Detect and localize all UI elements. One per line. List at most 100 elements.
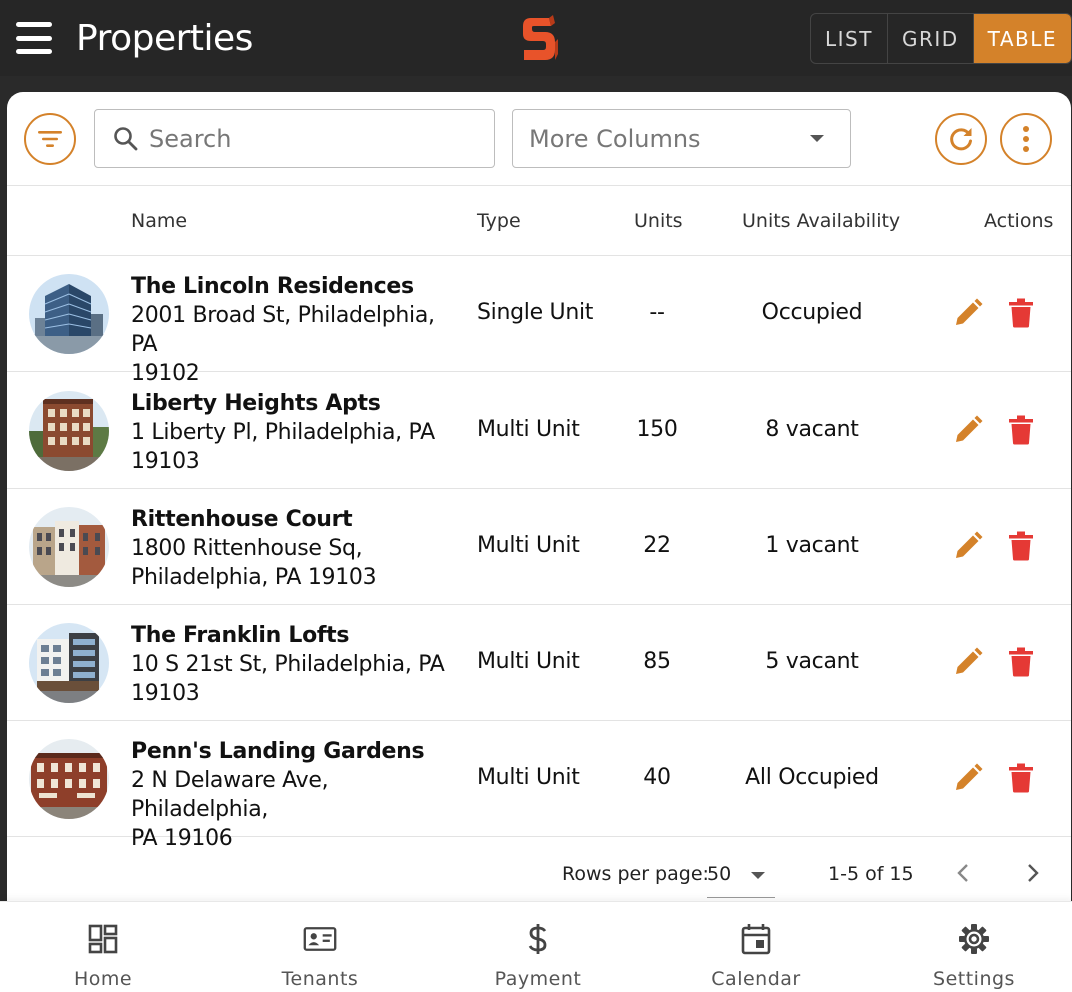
property-address: 2 N Delaware Ave, Philadelphia, [131, 768, 329, 822]
pencil-icon [956, 531, 983, 558]
column-header-units[interactable]: Units [634, 210, 683, 232]
property-address: 2001 Broad St, Philadelphia, PA [131, 303, 435, 357]
brick-apartment-building-icon [29, 391, 109, 471]
view-grid-button[interactable]: GRID [888, 14, 974, 63]
property-name-cell: Liberty Heights Apts 1 Liberty Pl, Phila… [131, 389, 451, 476]
search-input[interactable] [149, 124, 449, 153]
table-toolbar: More Columns [7, 92, 1071, 186]
rows-per-page-select[interactable]: 50 [707, 854, 775, 898]
property-availability: Occupied [761, 300, 863, 325]
property-address: 1800 Rittenhouse Sq, [131, 536, 363, 561]
filter-icon [38, 131, 62, 147]
property-type: Multi Unit [477, 649, 580, 674]
view-list-button[interactable]: LIST [811, 14, 888, 63]
id-card-icon [303, 927, 337, 951]
filter-button[interactable] [24, 113, 76, 165]
table-row[interactable]: The Franklin Lofts 10 S 21st St, Philade… [7, 605, 1071, 721]
view-table-button[interactable]: TABLE [973, 14, 1072, 63]
table-row[interactable]: Liberty Heights Apts 1 Liberty Pl, Phila… [7, 373, 1071, 489]
property-units: 85 [643, 649, 671, 674]
previous-page-button[interactable] [948, 858, 978, 888]
trash-icon [1009, 763, 1033, 793]
property-availability: 1 vacant [765, 533, 859, 558]
property-address-line2: Philadelphia, PA 19103 [131, 565, 377, 590]
edit-button[interactable] [951, 761, 985, 795]
property-type: Multi Unit [477, 417, 580, 442]
rowhouse-street-icon [29, 507, 109, 587]
pencil-icon [956, 647, 983, 674]
table-row[interactable]: Rittenhouse Court 1800 Rittenhouse Sq, P… [7, 489, 1071, 605]
nav-label-home: Home [73, 968, 133, 990]
property-address: 10 S 21st St, Philadelphia, PA [131, 652, 445, 677]
edit-button[interactable] [951, 529, 985, 563]
column-header-type[interactable]: Type [477, 210, 521, 232]
refresh-button[interactable] [935, 113, 987, 165]
chevron-down-icon [810, 135, 824, 142]
property-address: 1 Liberty Pl, Philadelphia, PA [131, 420, 435, 445]
delete-button[interactable] [1004, 296, 1038, 330]
nav-settings[interactable]: Settings [904, 902, 1044, 992]
property-name-cell: Penn's Landing Gardens 2 N Delaware Ave,… [131, 737, 451, 853]
gear-icon [959, 924, 989, 954]
property-name[interactable]: Penn's Landing Gardens [131, 737, 451, 766]
property-name-cell: Rittenhouse Court 1800 Rittenhouse Sq, P… [131, 505, 451, 592]
nav-payment[interactable]: Payment [468, 902, 608, 992]
calendar-icon [741, 924, 771, 955]
search-field[interactable] [94, 109, 495, 168]
properties-card: More Columns Name Type Units Units Avail… [7, 92, 1071, 912]
property-units: -- [649, 300, 665, 325]
nav-label-calendar: Calendar [711, 968, 801, 990]
trash-icon [1009, 415, 1033, 445]
property-address-line2: 19103 [131, 681, 200, 706]
property-name[interactable]: Liberty Heights Apts [131, 389, 451, 418]
nav-tenants[interactable]: Tenants [250, 902, 390, 992]
property-units: 150 [636, 417, 678, 442]
nav-home[interactable]: Home [33, 902, 173, 992]
refresh-icon [950, 128, 972, 151]
pencil-icon [956, 298, 983, 325]
trash-icon [1009, 298, 1033, 328]
chevron-right-icon [1028, 864, 1039, 882]
edit-button[interactable] [951, 296, 985, 330]
rows-per-page-value: 50 [707, 863, 732, 885]
chevron-left-icon [957, 864, 968, 882]
app-logo-icon [523, 15, 558, 60]
property-name[interactable]: Rittenhouse Court [131, 505, 451, 534]
delete-button[interactable] [1004, 761, 1038, 795]
more-vertical-icon [1023, 126, 1029, 152]
pencil-icon [956, 763, 983, 790]
property-availability: 8 vacant [765, 417, 859, 442]
property-type: Single Unit [477, 300, 594, 325]
property-type: Multi Unit [477, 765, 580, 790]
menu-icon[interactable] [16, 22, 54, 54]
page-range: 1-5 of 15 [828, 863, 914, 885]
edit-button[interactable] [951, 413, 985, 447]
property-units: 22 [643, 533, 671, 558]
nav-calendar[interactable]: Calendar [686, 902, 826, 992]
property-name-cell: The Lincoln Residences 2001 Broad St, Ph… [131, 272, 451, 388]
property-name[interactable]: The Franklin Lofts [131, 621, 451, 650]
column-header-actions: Actions [984, 210, 1054, 232]
edit-button[interactable] [951, 645, 985, 679]
property-availability: 5 vacant [765, 649, 859, 674]
property-availability: All Occupied [745, 765, 879, 790]
next-page-button[interactable] [1018, 858, 1048, 888]
table-row[interactable]: Penn's Landing Gardens 2 N Delaware Ave,… [7, 721, 1071, 851]
property-type: Multi Unit [477, 533, 580, 558]
delete-button[interactable] [1004, 413, 1038, 447]
more-columns-select[interactable]: More Columns [512, 109, 851, 168]
column-header-name[interactable]: Name [131, 210, 187, 232]
nav-label-tenants: Tenants [281, 968, 359, 990]
rows-per-page-label: Rows per page: [562, 863, 709, 885]
top-app-bar: Properties LIST GRID TABLE [0, 0, 1072, 76]
property-name[interactable]: The Lincoln Residences [131, 272, 451, 301]
brick-townhouse-icon [29, 739, 109, 819]
table-header: Name Type Units Units Availability Actio… [7, 186, 1071, 256]
more-options-button[interactable] [1000, 113, 1052, 165]
pagination: Rows per page: 50 1-5 of 15 [7, 838, 1071, 908]
table-row[interactable]: The Lincoln Residences 2001 Broad St, Ph… [7, 256, 1071, 386]
delete-button[interactable] [1004, 529, 1038, 563]
dollar-icon [528, 924, 547, 954]
delete-button[interactable] [1004, 645, 1038, 679]
column-header-availability[interactable]: Units Availability [742, 210, 900, 232]
